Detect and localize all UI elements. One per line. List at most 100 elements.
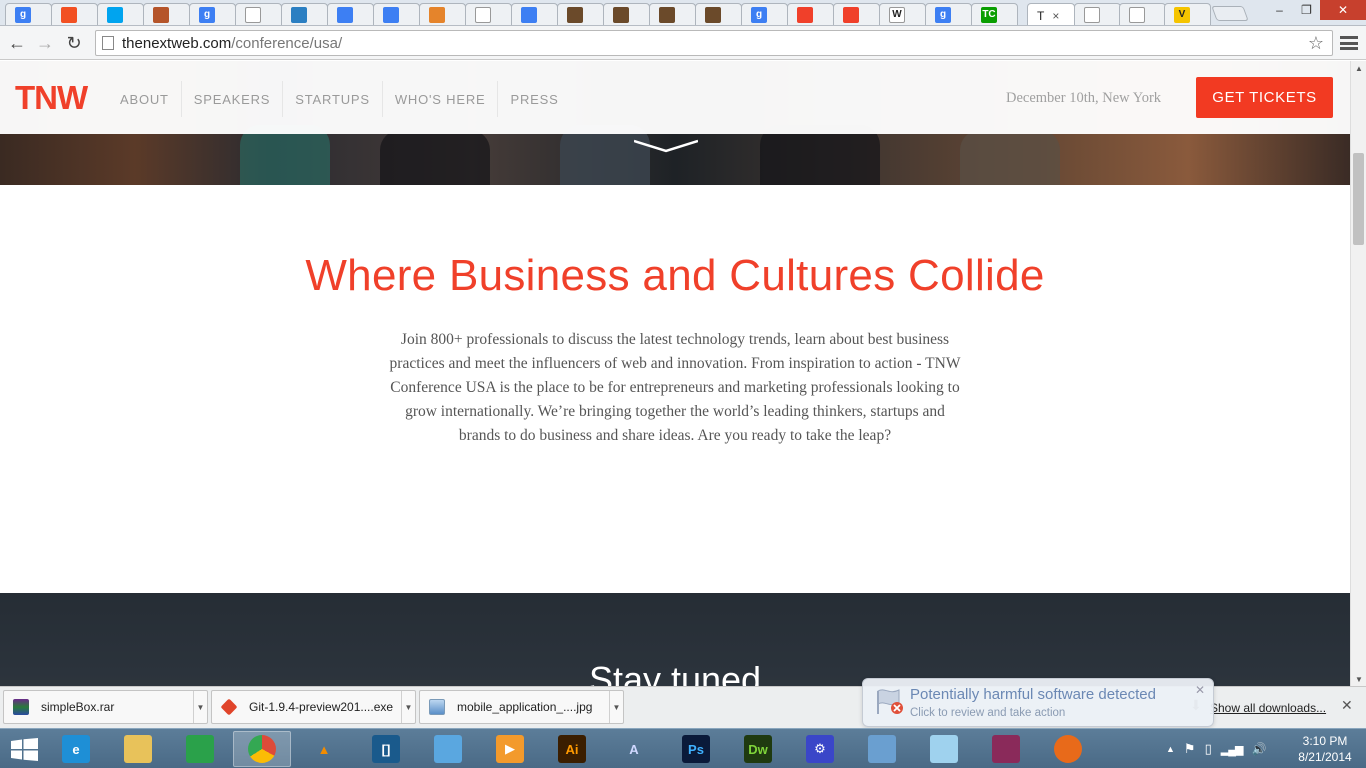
security-notification[interactable]: Potentially harmful software detected Cl…: [862, 678, 1214, 727]
taskbar-app[interactable]: ⚙: [791, 731, 849, 767]
browser-tab[interactable]: V: [1164, 3, 1211, 25]
browser-tab[interactable]: TC: [971, 3, 1018, 25]
taskbar-app[interactable]: e: [47, 731, 105, 767]
browser-tab[interactable]: W: [879, 3, 926, 25]
stay-tuned-section: Stay tuned: [0, 593, 1350, 686]
nav-link-who-s-here[interactable]: WHO'S HERE: [383, 81, 499, 117]
browser-tab[interactable]: g: [189, 3, 236, 25]
browser-tab[interactable]: g: [925, 3, 972, 25]
taskbar-app[interactable]: [419, 731, 477, 767]
download-item[interactable]: Git-1.9.4-preview201....exe ▼: [211, 690, 416, 724]
browser-tab[interactable]: [1119, 3, 1166, 25]
browser-tab[interactable]: [833, 3, 880, 25]
download-menu-arrow-icon[interactable]: ▼: [401, 691, 415, 723]
browser-tab[interactable]: [327, 3, 374, 25]
tnw-icon: [843, 7, 859, 23]
network-signal-icon[interactable]: ▂▄▆: [1221, 743, 1244, 756]
google-icon: g: [15, 7, 31, 23]
show-all-downloads-link[interactable]: Show all downloads...: [1210, 701, 1326, 715]
browser-tab[interactable]: [97, 3, 144, 25]
nav-link-press[interactable]: PRESS: [498, 81, 570, 117]
browser-tab[interactable]: [235, 3, 282, 25]
back-button[interactable]: ←: [6, 32, 28, 54]
nav-link-startups[interactable]: STARTUPS: [283, 81, 383, 117]
windows-start-icon[interactable]: [11, 738, 38, 761]
browser-tab[interactable]: [373, 3, 420, 25]
reload-button[interactable]: ↻: [63, 32, 85, 54]
taskbar-app[interactable]: [109, 731, 167, 767]
chrome-webstore-icon: [521, 7, 537, 23]
download-menu-arrow-icon[interactable]: ▼: [193, 691, 207, 723]
taskbar-app[interactable]: Ps: [667, 731, 725, 767]
taskbar-app[interactable]: [1039, 731, 1097, 767]
taskbar-app[interactable]: [233, 731, 291, 767]
windows-taskbar: e ▲ [] ▶ Ai A Ps Dw ⚙ ▲ ⚑ ▯ ▂▄▆ 🔊 3:10 PM 8/21/2…: [0, 728, 1366, 768]
tray-overflow-chevron-icon[interactable]: ▲: [1166, 744, 1175, 754]
browser-tab[interactable]: [419, 3, 466, 25]
browser-tab[interactable]: [787, 3, 834, 25]
browser-tab[interactable]: [465, 3, 512, 25]
nav-link-speakers[interactable]: SPEAKERS: [182, 81, 284, 117]
browser-tab[interactable]: g: [741, 3, 788, 25]
taskbar-app[interactable]: Dw: [729, 731, 787, 767]
taskbar-app[interactable]: [853, 731, 911, 767]
scrollbar-thumb[interactable]: [1353, 153, 1364, 245]
browser-tab[interactable]: [603, 3, 650, 25]
maximize-button[interactable]: ❐: [1293, 0, 1320, 20]
tab-close-icon[interactable]: ×: [1052, 9, 1059, 23]
taskbar-app[interactable]: [171, 731, 229, 767]
taskbar-app[interactable]: [977, 731, 1035, 767]
taskbar-app[interactable]: []: [357, 731, 415, 767]
tnw-logo[interactable]: TNW: [15, 79, 107, 115]
bookmark-star-icon[interactable]: ☆: [1308, 33, 1324, 54]
browser-tab[interactable]: [557, 3, 604, 25]
windows-store-icon: [61, 7, 77, 23]
vertical-scrollbar[interactable]: ▲ ▼: [1350, 61, 1366, 686]
taskbar-app[interactable]: ▶: [481, 731, 539, 767]
power-battery-icon[interactable]: ▯: [1205, 741, 1212, 757]
scroll-down-chevron-icon[interactable]: [634, 135, 698, 155]
file-explorer-icon: [124, 735, 152, 763]
winrar-icon: [992, 735, 1020, 763]
scroll-up-arrow-icon[interactable]: ▲: [1351, 61, 1366, 75]
browser-tab[interactable]: [1074, 3, 1121, 25]
page-icon: [1129, 7, 1145, 23]
volume-icon[interactable]: 🔊: [1251, 742, 1266, 756]
store-icon: [186, 735, 214, 763]
close-window-button[interactable]: ✕: [1320, 0, 1366, 20]
taskbar-app[interactable]: [915, 731, 973, 767]
nav-link-about[interactable]: ABOUT: [108, 81, 182, 117]
book-icon: [613, 7, 629, 23]
scroll-down-arrow-icon[interactable]: ▼: [1351, 672, 1366, 686]
browser-tab[interactable]: [143, 3, 190, 25]
new-tab-button[interactable]: [1211, 6, 1249, 21]
browser-tab[interactable]: [511, 3, 558, 25]
browser-tab[interactable]: [695, 3, 742, 25]
action-center-flag-icon[interactable]: ⚑: [1184, 741, 1196, 757]
get-tickets-button[interactable]: GET TICKETS: [1196, 77, 1333, 118]
taskbar-app[interactable]: Ai: [543, 731, 601, 767]
book-icon: [567, 7, 583, 23]
settings-icon: ⚙: [806, 735, 834, 763]
browser-tab[interactable]: g: [5, 3, 52, 25]
download-menu-arrow-icon[interactable]: ▼: [609, 691, 623, 723]
address-bar[interactable]: thenextweb.com/conference/usa/ ☆: [95, 30, 1333, 56]
tab-active[interactable]: T ×: [1027, 3, 1075, 25]
chrome-menu-button[interactable]: [1340, 34, 1358, 52]
forward-button[interactable]: →: [34, 32, 56, 54]
taskbar-app[interactable]: A: [605, 731, 663, 767]
taskbar-app[interactable]: ▲: [295, 731, 353, 767]
download-item[interactable]: mobile_application_....jpg ▼: [419, 690, 624, 724]
google-icon: g: [935, 7, 951, 23]
browser-tab[interactable]: [649, 3, 696, 25]
page-icon: [1084, 7, 1100, 23]
browser-tab[interactable]: [281, 3, 328, 25]
browser-tab[interactable]: [51, 3, 98, 25]
notification-close-icon[interactable]: ✕: [1195, 683, 1205, 697]
system-clock[interactable]: 3:10 PM 8/21/2014: [1290, 733, 1360, 765]
download-item[interactable]: simpleBox.rar ▼: [3, 690, 208, 724]
minimize-button[interactable]: –: [1266, 0, 1293, 20]
download-filename: simpleBox.rar: [41, 700, 115, 714]
book-icon: [705, 7, 721, 23]
close-downloads-shelf-icon[interactable]: ✕: [1341, 697, 1353, 714]
